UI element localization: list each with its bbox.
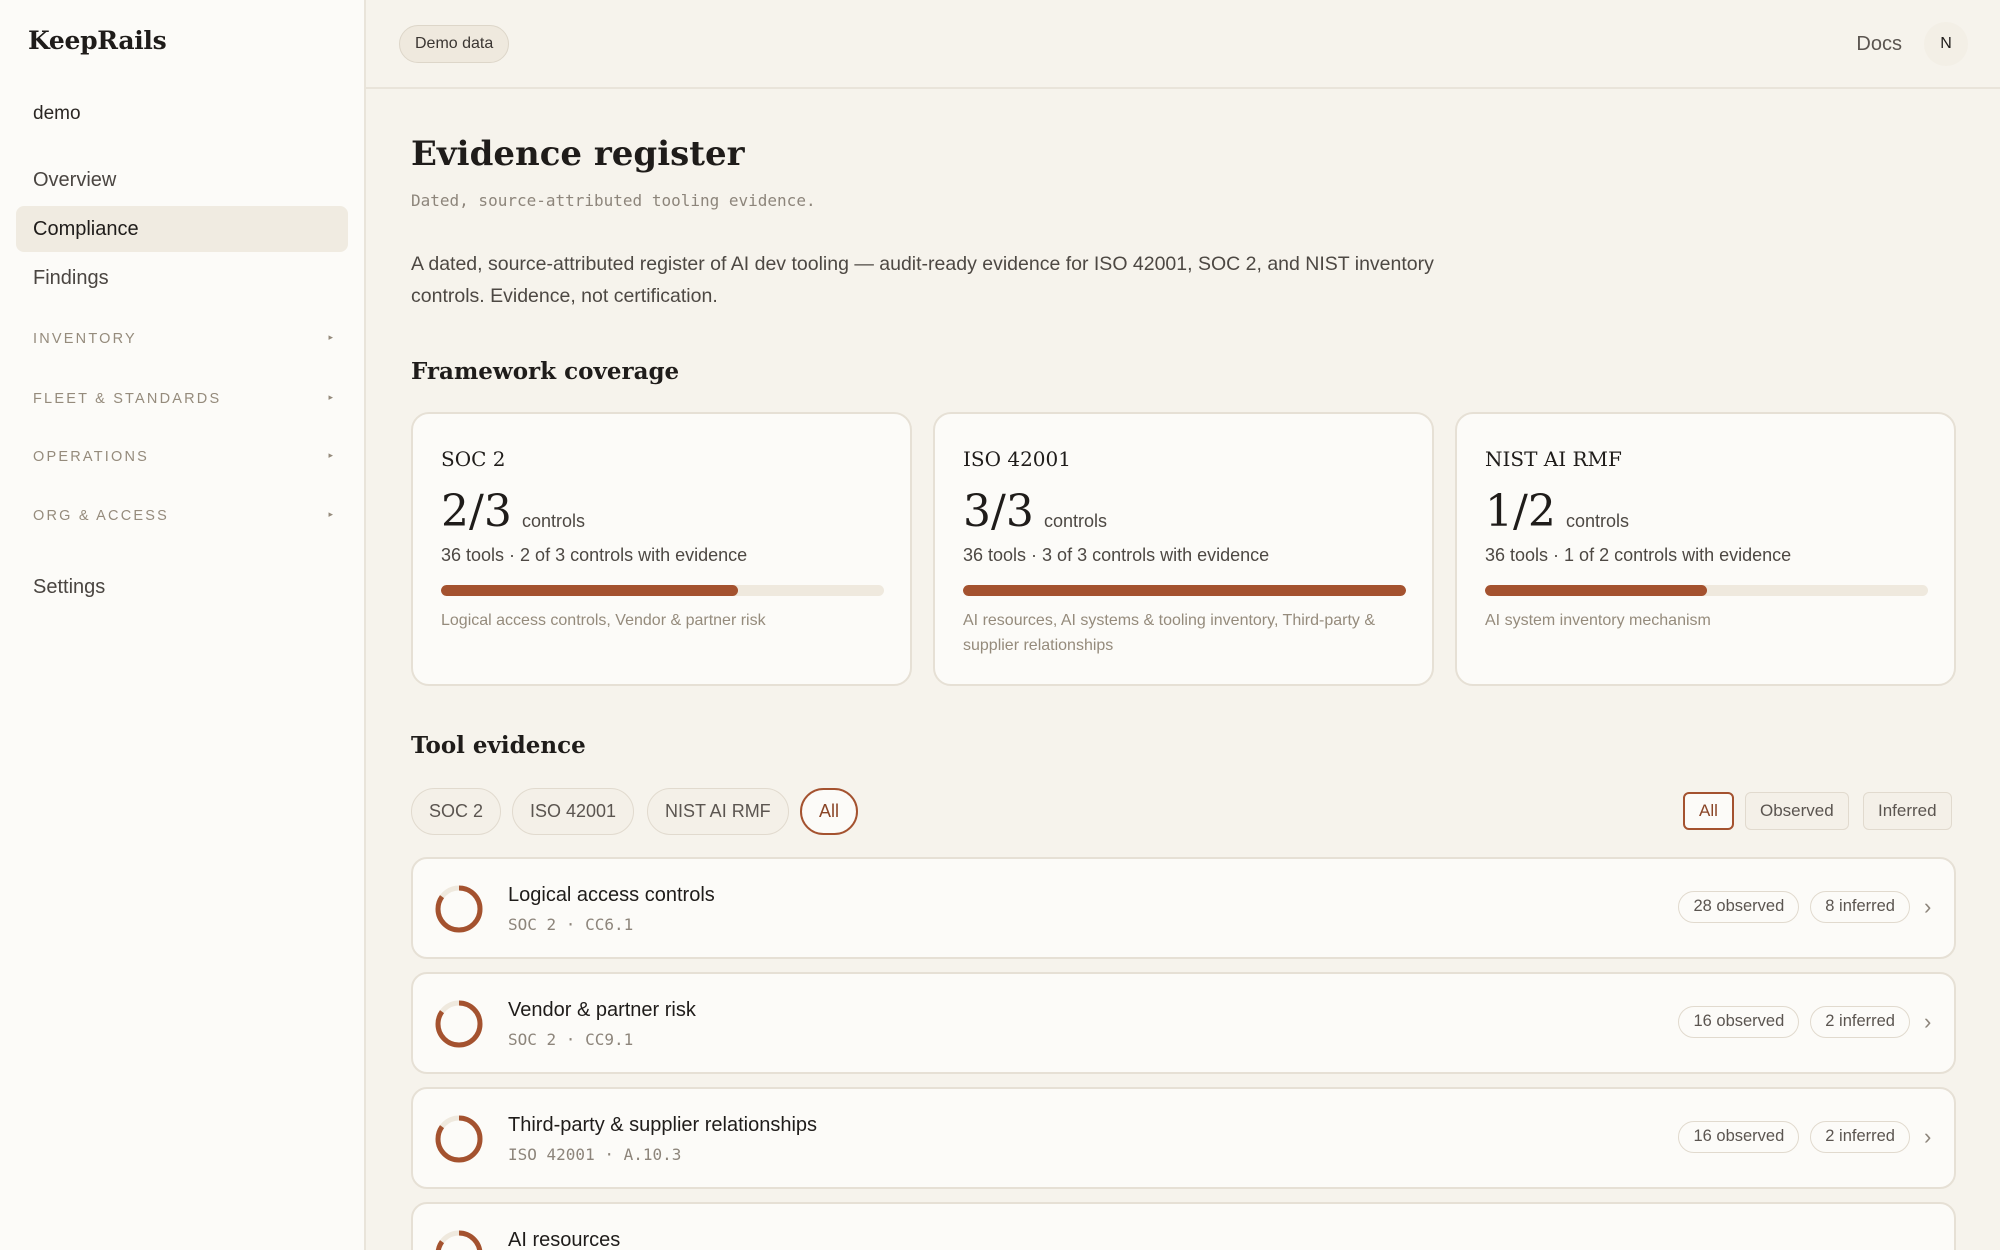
demo-data-badge: Demo data bbox=[399, 25, 510, 63]
filter-chip-iso42001[interactable]: ISO 42001 bbox=[512, 788, 635, 835]
framework-controls-list: AI system inventory mechanism bbox=[1485, 612, 1711, 629]
framework-card-iso42001[interactable]: ISO 42001 3/3 controls 36 tools · 3 of 3… bbox=[933, 412, 1434, 686]
brand-logo[interactable]: KeepRails bbox=[28, 26, 167, 55]
evidence-counts: 16 observed 2 inferred › bbox=[1667, 1006, 1936, 1038]
top-bar: Demo data Docs N bbox=[366, 0, 2000, 89]
framework-ratio-label: controls bbox=[522, 511, 586, 531]
coverage-ring-icon bbox=[435, 1230, 483, 1250]
avatar[interactable]: N bbox=[1924, 22, 1968, 66]
evidence-row[interactable]: AI resources bbox=[411, 1202, 1956, 1250]
framework-progress-fill bbox=[1485, 585, 1707, 596]
framework-card-soc2[interactable]: SOC 2 2/3 controls 36 tools · 2 of 3 con… bbox=[411, 412, 912, 686]
framework-ratio: 1/2 bbox=[1485, 486, 1556, 537]
evidence-row[interactable]: Third-party & supplier relationships ISO… bbox=[411, 1087, 1956, 1189]
chevron-right-icon: › bbox=[1924, 1009, 1932, 1034]
framework-controls-list: Logical access controls, Vendor & partne… bbox=[441, 612, 766, 629]
inferred-count-badge: 8 inferred bbox=[1810, 891, 1910, 923]
coverage-ring-icon bbox=[435, 1115, 483, 1163]
source-filter-all[interactable]: All bbox=[1683, 792, 1734, 830]
filter-chip-soc2[interactable]: SOC 2 bbox=[411, 788, 502, 835]
framework-progress-bar bbox=[963, 585, 1406, 596]
framework-card-nist-ai-rmf[interactable]: NIST AI RMF 1/2 controls 36 tools · 1 of… bbox=[1455, 412, 1956, 686]
page-subtitle: Dated, source-attributed tooling evidenc… bbox=[411, 191, 816, 210]
control-title: AI resources bbox=[508, 1229, 621, 1250]
evidence-row[interactable]: Logical access controls SOC 2 · CC6.1 28… bbox=[411, 857, 1956, 959]
framework-name: ISO 42001 bbox=[963, 447, 1071, 471]
control-title: Vendor & partner risk bbox=[508, 999, 696, 1021]
sidebar-section-fleet-standards[interactable]: FLEET & STANDARDS ▸ bbox=[33, 391, 333, 407]
sidebar: KeepRails demo Overview Compliance Findi… bbox=[0, 0, 366, 1250]
sidebar-section-org-access[interactable]: ORG & ACCESS ▸ bbox=[33, 508, 333, 524]
sidebar-section-label: FLEET & STANDARDS bbox=[33, 391, 222, 407]
framework-progress-bar bbox=[441, 585, 884, 596]
coverage-ring-icon bbox=[435, 885, 483, 933]
sidebar-item-findings[interactable]: Findings bbox=[16, 255, 348, 301]
sidebar-section-label: INVENTORY bbox=[33, 331, 137, 347]
tool-evidence-title: Tool evidence bbox=[411, 732, 586, 759]
docs-link[interactable]: Docs bbox=[1856, 33, 1902, 56]
framework-progress-fill bbox=[441, 585, 738, 596]
evidence-counts: 16 observed 2 inferred › bbox=[1667, 1121, 1936, 1153]
evidence-counts: 28 observed 8 inferred › bbox=[1667, 891, 1936, 923]
inferred-count-badge: 2 inferred bbox=[1810, 1006, 1910, 1038]
caret-right-icon: ▸ bbox=[328, 509, 333, 519]
framework-ratio: 2/3 bbox=[441, 486, 512, 537]
framework-meta: 36 tools · 1 of 2 controls with evidence bbox=[1485, 545, 1792, 565]
control-framework-ref: ISO 42001 · A.10.3 bbox=[508, 1145, 682, 1164]
observed-count-badge: 28 observed bbox=[1678, 891, 1800, 923]
framework-name: SOC 2 bbox=[441, 447, 506, 471]
observed-count-badge: 16 observed bbox=[1678, 1121, 1800, 1153]
caret-right-icon: ▸ bbox=[328, 392, 333, 402]
sidebar-section-label: OPERATIONS bbox=[33, 449, 149, 465]
coverage-ring-icon bbox=[435, 1000, 483, 1048]
framework-progress-fill bbox=[963, 585, 1406, 596]
source-filter-observed[interactable]: Observed bbox=[1745, 792, 1849, 830]
inferred-count-badge: 2 inferred bbox=[1810, 1121, 1910, 1153]
chevron-right-icon: › bbox=[1924, 894, 1932, 919]
framework-coverage-title: Framework coverage bbox=[411, 358, 680, 385]
control-title: Logical access controls bbox=[508, 884, 715, 906]
framework-ratio-label: controls bbox=[1044, 511, 1108, 531]
control-framework-ref: SOC 2 · CC6.1 bbox=[508, 915, 634, 934]
caret-right-icon: ▸ bbox=[328, 450, 333, 460]
filter-chip-all[interactable]: All bbox=[800, 788, 859, 835]
workspace-selector[interactable]: demo bbox=[33, 103, 81, 125]
control-framework-ref: SOC 2 · CC9.1 bbox=[508, 1030, 634, 1049]
observed-count-badge: 16 observed bbox=[1678, 1006, 1800, 1038]
framework-ratio-label: controls bbox=[1566, 511, 1630, 531]
filter-chip-nist-ai-rmf[interactable]: NIST AI RMF bbox=[647, 788, 789, 835]
framework-progress-bar bbox=[1485, 585, 1928, 596]
framework-meta: 36 tools · 3 of 3 controls with evidence bbox=[963, 545, 1270, 565]
sidebar-item-settings[interactable]: Settings bbox=[16, 564, 348, 610]
sidebar-section-operations[interactable]: OPERATIONS ▸ bbox=[33, 449, 333, 465]
framework-controls-list: AI resources, AI systems & tooling inven… bbox=[963, 612, 1376, 654]
sidebar-item-overview[interactable]: Overview bbox=[16, 157, 348, 203]
framework-meta: 36 tools · 2 of 3 controls with evidence bbox=[441, 545, 748, 565]
control-title: Third-party & supplier relationships bbox=[508, 1114, 818, 1136]
evidence-row[interactable]: Vendor & partner risk SOC 2 · CC9.1 16 o… bbox=[411, 972, 1956, 1074]
source-filter-inferred[interactable]: Inferred bbox=[1863, 792, 1952, 830]
framework-ratio: 3/3 bbox=[963, 486, 1034, 537]
page-title: Evidence register bbox=[411, 134, 745, 174]
sidebar-item-compliance[interactable]: Compliance bbox=[16, 206, 348, 252]
caret-right-icon: ▸ bbox=[328, 332, 333, 342]
page-description: A dated, source-attributed register of A… bbox=[411, 253, 1434, 307]
sidebar-section-inventory[interactable]: INVENTORY ▸ bbox=[33, 331, 333, 347]
chevron-right-icon: › bbox=[1924, 1124, 1932, 1149]
framework-name: NIST AI RMF bbox=[1485, 447, 1622, 471]
sidebar-section-label: ORG & ACCESS bbox=[33, 508, 169, 524]
